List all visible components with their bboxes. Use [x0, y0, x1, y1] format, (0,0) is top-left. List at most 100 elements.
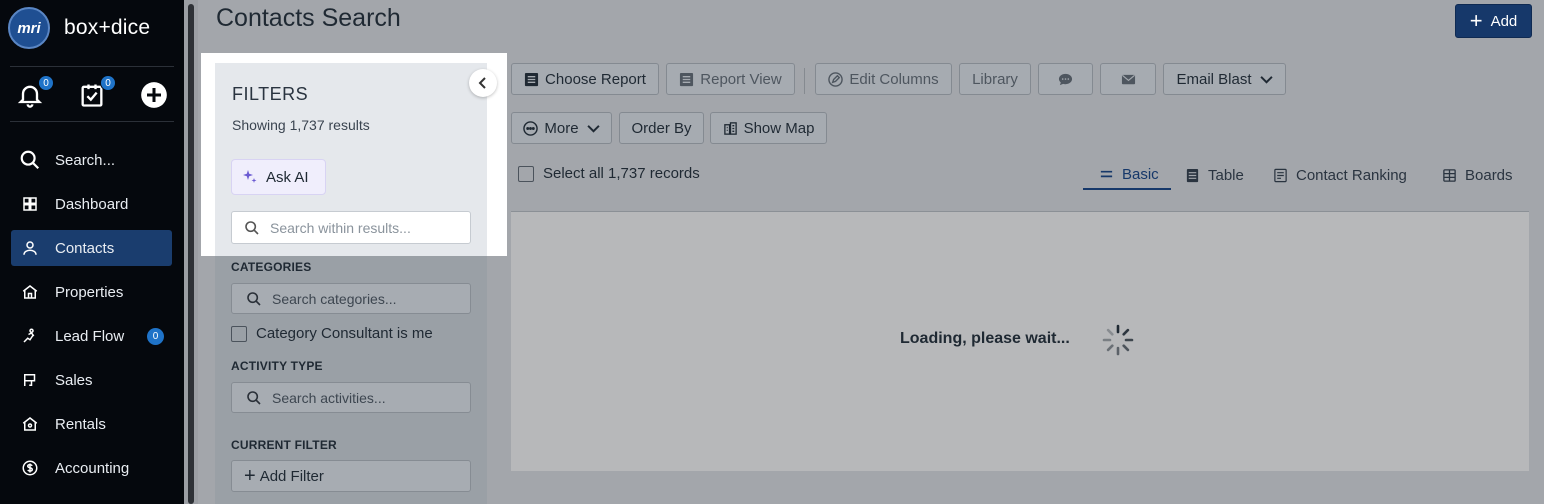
loading-spinner-icon — [1102, 324, 1134, 356]
sidebar-item-label: Lead Flow — [55, 327, 125, 345]
checkbox[interactable] — [231, 325, 247, 342]
checkbox-label: Category Consultant is me — [256, 325, 433, 342]
search-activities-input[interactable]: Search activities... — [231, 382, 471, 413]
sidebar: mri box+dice 0 0 Search... Dashboard Con… — [0, 0, 184, 504]
envelope-icon — [1121, 74, 1135, 84]
sidebar-item-accounting[interactable]: Accounting — [11, 450, 172, 486]
tab-basic[interactable]: Basic — [1083, 160, 1171, 190]
email-blast-label: Email Blast — [1176, 70, 1252, 88]
add-button[interactable]: + Add — [1455, 4, 1532, 38]
sidebar-item-properties[interactable]: Properties — [11, 274, 172, 310]
logo[interactable]: mri box+dice — [8, 6, 150, 50]
report-view-button[interactable]: Report View — [666, 63, 795, 95]
search-placeholder: Search within results... — [270, 219, 411, 236]
mri-logo: mri — [8, 7, 50, 49]
email-button[interactable] — [1100, 63, 1156, 95]
collapse-filters-button[interactable] — [469, 69, 497, 97]
library-button[interactable]: Library — [959, 63, 1031, 95]
choose-report-button[interactable]: Choose Report — [511, 63, 659, 95]
toolbar-separator — [804, 68, 805, 94]
sms-button[interactable] — [1038, 63, 1093, 95]
email-blast-dropdown[interactable]: Email Blast — [1163, 63, 1286, 95]
sidebar-item-lead-flow[interactable]: Lead Flow 0 — [11, 318, 172, 354]
dollar-icon — [22, 460, 38, 476]
table-icon — [1186, 168, 1199, 182]
home-icon — [22, 285, 38, 299]
tasks-button[interactable]: 0 — [78, 75, 116, 110]
lead-flow-badge: 0 — [147, 328, 164, 345]
report-icon — [680, 72, 694, 86]
sidebar-item-rentals[interactable]: Rentals — [11, 406, 172, 442]
notifications-button[interactable]: 0 — [16, 75, 54, 110]
checkbox[interactable] — [518, 165, 534, 182]
order-by-button[interactable]: Order By — [619, 112, 704, 144]
tab-contact-ranking[interactable]: Contact Ranking — [1273, 160, 1407, 190]
show-map-label: Show Map — [743, 119, 815, 137]
loading-message: Loading, please wait... — [900, 330, 1070, 347]
more-label: More — [544, 119, 579, 137]
chevron-left-icon — [478, 77, 486, 89]
ask-ai-button[interactable]: Ask AI — [231, 159, 326, 195]
search-within-results-input[interactable]: Search within results... — [231, 211, 471, 244]
sidebar-item-label: Rentals — [55, 415, 106, 433]
edit-columns-button[interactable]: Edit Columns — [815, 63, 952, 95]
sidebar-item-label: Accounting — [55, 459, 130, 477]
tab-label: Basic — [1122, 165, 1159, 183]
create-button[interactable] — [140, 78, 172, 110]
chevron-down-icon — [586, 124, 600, 133]
more-dots-icon — [523, 120, 539, 136]
scrollbar-thumb[interactable] — [188, 4, 194, 504]
edit-columns-label: Edit Columns — [849, 70, 939, 88]
edit-circle-icon — [828, 71, 844, 87]
list-lines-icon — [1100, 170, 1113, 177]
select-all-label: Select all 1,737 records — [543, 165, 700, 182]
quick-actions: 0 0 — [16, 75, 176, 112]
select-all-checkbox[interactable]: Select all 1,737 records — [518, 165, 700, 182]
order-by-label: Order By — [631, 119, 692, 137]
boards-icon — [1443, 168, 1456, 182]
tab-boards[interactable]: Boards — [1442, 160, 1513, 190]
category-consultant-checkbox[interactable]: Category Consultant is me — [231, 325, 433, 342]
tab-table[interactable]: Table — [1185, 160, 1244, 190]
search-icon — [245, 220, 259, 235]
sales-icon — [24, 374, 36, 386]
plus-icon: + — [1469, 8, 1483, 33]
filters-title: FILTERS — [232, 84, 309, 104]
show-map-button[interactable]: Show Map — [710, 112, 827, 144]
rentals-icon — [22, 417, 38, 431]
sidebar-item-sales[interactable]: Sales — [11, 362, 172, 398]
categories-label: CATEGORIES — [231, 260, 312, 274]
plus-circle-icon — [141, 82, 167, 108]
sidebar-item-contacts[interactable]: Contacts — [11, 230, 172, 266]
ranking-doc-icon — [1274, 168, 1287, 182]
lead-flow-icon — [23, 328, 35, 343]
report-view-label: Report View — [700, 70, 782, 88]
sidebar-item-search[interactable]: Search... — [11, 142, 172, 178]
sidebar-item-label: Dashboard — [55, 195, 129, 213]
add-filter-label: Add Filter — [259, 467, 324, 485]
add-button-label: Add — [1490, 12, 1518, 30]
current-filter-label: CURRENT FILTER — [231, 438, 337, 452]
sidebar-item-dashboard[interactable]: Dashboard — [11, 186, 172, 222]
search-categories-input[interactable]: Search categories... — [231, 283, 471, 314]
page-title: Contacts Search — [216, 4, 401, 32]
sidebar-scrollbar[interactable] — [184, 0, 198, 504]
dashboard-icon — [23, 197, 37, 211]
sparkle-icon — [243, 170, 257, 183]
add-filter-button[interactable]: + Add Filter — [231, 460, 471, 492]
sidebar-item-label: Search... — [55, 151, 116, 169]
buildings-map-icon — [723, 121, 737, 135]
tab-label: Boards — [1465, 166, 1513, 184]
ask-ai-label: Ask AI — [266, 168, 309, 186]
search-icon — [20, 150, 40, 170]
more-dropdown[interactable]: More — [511, 112, 612, 144]
tab-label: Table — [1208, 166, 1244, 184]
activity-type-label: ACTIVITY TYPE — [231, 359, 323, 373]
library-label: Library — [972, 70, 1018, 88]
sidebar-item-label: Contacts — [55, 239, 115, 257]
activities-placeholder: Search activities... — [272, 389, 386, 406]
sidebar-divider — [10, 66, 174, 67]
sidebar-divider — [10, 121, 174, 122]
chat-bubble-icon — [1058, 73, 1073, 85]
sidebar-item-label: Sales — [55, 371, 93, 389]
